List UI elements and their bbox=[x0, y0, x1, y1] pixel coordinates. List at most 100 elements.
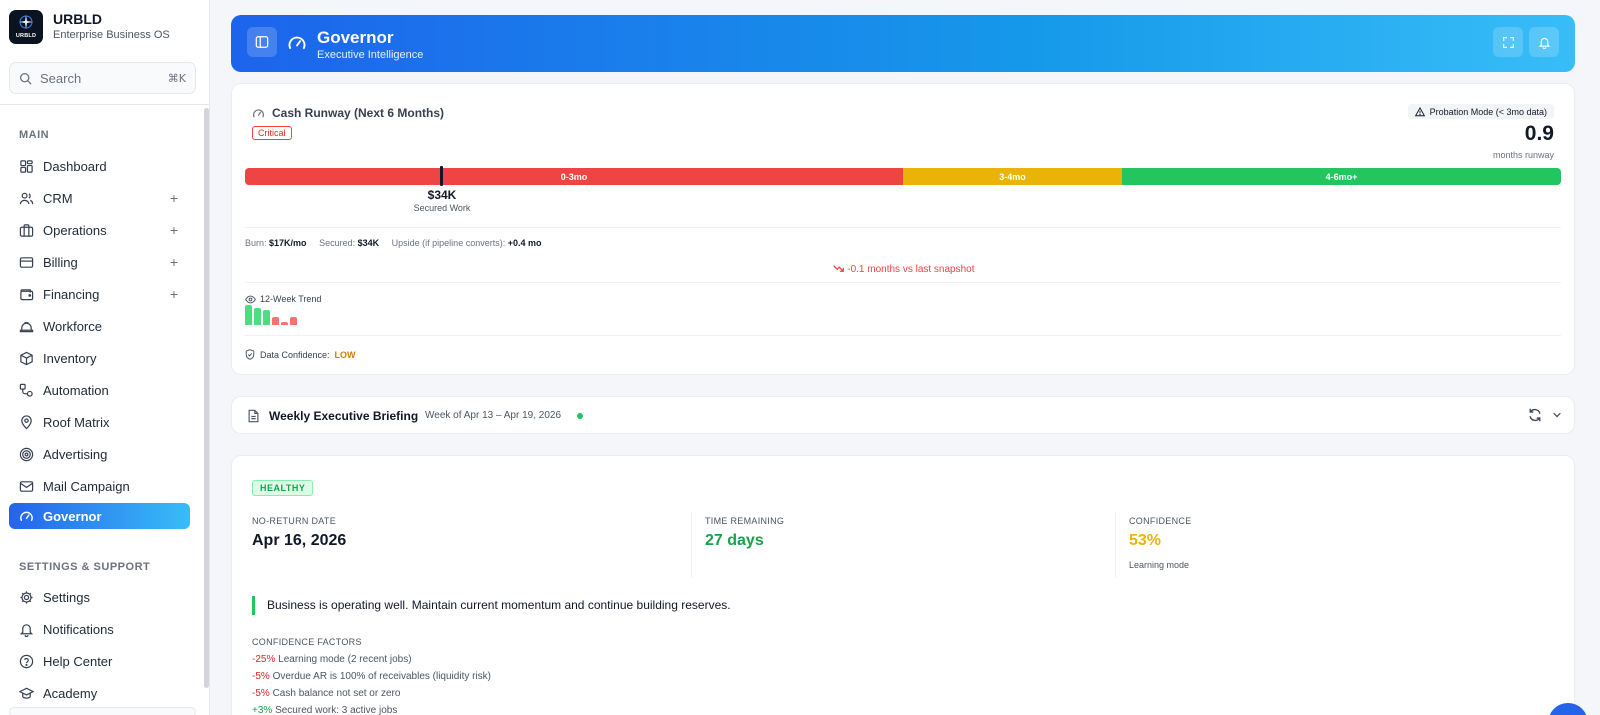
sidebar-item-label: Roof Matrix bbox=[43, 414, 110, 430]
divider bbox=[245, 335, 1561, 336]
secured-work-value: $34K bbox=[427, 188, 457, 202]
data-confidence-label: Data Confidence: bbox=[260, 349, 330, 360]
notifications-button[interactable] bbox=[1529, 27, 1559, 57]
sidebar-item-label: Settings bbox=[43, 589, 90, 605]
users-icon bbox=[19, 192, 34, 204]
runway-delta-text: -0.1 months vs last snapshot bbox=[847, 264, 975, 275]
burn-label: Burn: bbox=[245, 238, 267, 248]
mail-icon bbox=[19, 480, 34, 492]
sidebar-item-help-center[interactable]: Help Center bbox=[9, 648, 190, 674]
sidebar-item-notifications[interactable]: Notifications bbox=[9, 616, 190, 642]
expand-icon[interactable]: + bbox=[168, 222, 180, 238]
sidebar-item-mail-campaign[interactable]: Mail Campaign bbox=[9, 473, 190, 499]
secured-work-label: Secured Work bbox=[413, 203, 471, 213]
sidebar-item-workforce[interactable]: Workforce bbox=[9, 313, 190, 339]
trend-bar bbox=[254, 308, 261, 325]
sidebar-item-settings[interactable]: Settings bbox=[9, 584, 190, 610]
factor-weight: -25% bbox=[252, 654, 276, 665]
sidebar-item-operations[interactable]: Operations + bbox=[9, 217, 190, 243]
sidebar-item-label: Automation bbox=[43, 382, 109, 398]
cash-runway-title-text: Cash Runway (Next 6 Months) bbox=[272, 106, 445, 120]
refresh-icon[interactable] bbox=[1528, 408, 1542, 422]
bell-icon bbox=[1538, 37, 1550, 49]
confidence-factor: -5% Overdue AR is 100% of receivables (l… bbox=[252, 671, 491, 682]
factor-weight: -5% bbox=[252, 688, 270, 699]
sidebar-item-billing[interactable]: Billing + bbox=[9, 249, 190, 275]
sidebar-item-advertising[interactable]: Advertising bbox=[9, 441, 190, 467]
trend-bar bbox=[281, 322, 288, 325]
expand-icon[interactable]: + bbox=[168, 190, 180, 206]
sidebar-item-label: Dashboard bbox=[43, 158, 107, 174]
sidebar-item-crm[interactable]: CRM + bbox=[9, 185, 190, 211]
expand-icon[interactable]: + bbox=[168, 254, 180, 270]
sidebar-item-label: Operations bbox=[43, 222, 107, 238]
kpi-divider bbox=[691, 512, 692, 578]
gauge-icon bbox=[253, 108, 264, 117]
search-placeholder: Search bbox=[40, 70, 82, 86]
user-profile-card[interactable] bbox=[9, 707, 196, 715]
factor-weight: -5% bbox=[252, 671, 270, 682]
divider bbox=[245, 227, 1561, 228]
cash-runway-title: Cash Runway (Next 6 Months) bbox=[252, 106, 444, 120]
sidebar-scrollbar[interactable] bbox=[204, 108, 209, 688]
runway-segment-3-4mo: 3-4mo bbox=[903, 168, 1122, 185]
confidence-factor: -25% Learning mode (2 recent jobs) bbox=[252, 654, 412, 665]
trend-title: 12-Week Trend bbox=[245, 294, 321, 304]
sidebar-item-dashboard[interactable]: Dashboard bbox=[9, 153, 190, 179]
credit-card-icon bbox=[19, 256, 34, 268]
graduation-cap-icon bbox=[19, 687, 34, 699]
secured-label: Secured: bbox=[319, 238, 356, 248]
sidebar-item-governor[interactable]: Governor bbox=[9, 503, 190, 529]
main-section-label: MAIN bbox=[19, 129, 50, 141]
sidebar-divider bbox=[0, 104, 210, 105]
brand[interactable]: URBLD URBLD Enterprise Business OS bbox=[9, 10, 170, 44]
briefing-status-dot bbox=[577, 413, 583, 419]
confidence-value: 53% bbox=[1129, 532, 1162, 549]
upside-value: +0.4 mo bbox=[507, 238, 542, 248]
runway-stats: Burn: $17K/mo Secured: $34K Upside (if p… bbox=[245, 238, 542, 248]
sidebar-item-label: CRM bbox=[43, 190, 73, 206]
page-title: Governor bbox=[317, 28, 394, 47]
factor-text: Learning mode (2 recent jobs) bbox=[278, 654, 412, 665]
sidebar-item-label: Notifications bbox=[43, 621, 114, 637]
trend-down-icon bbox=[833, 265, 845, 272]
sidebar-item-financing[interactable]: Financing + bbox=[9, 281, 190, 307]
confidence-factor: +3% Secured work: 3 active jobs bbox=[252, 705, 397, 715]
shield-icon bbox=[245, 349, 255, 360]
logo-text: URBLD bbox=[15, 33, 37, 39]
briefing-title: Weekly Executive Briefing bbox=[269, 409, 419, 423]
hard-hat-icon bbox=[19, 321, 34, 332]
chevron-down-icon[interactable] bbox=[1551, 409, 1563, 421]
fullscreen-button[interactable] bbox=[1493, 27, 1523, 57]
sidebar-item-automation[interactable]: Automation bbox=[9, 377, 190, 403]
probation-badge: Probation Mode (< 3mo data) bbox=[1407, 104, 1554, 119]
page-subtitle: Executive Intelligence bbox=[317, 49, 424, 61]
sidebar-item-label: Financing bbox=[43, 286, 100, 302]
sidebar-item-academy[interactable]: Academy bbox=[9, 680, 190, 706]
search-input[interactable]: Search ⌘K bbox=[9, 62, 196, 94]
sidebar-item-roof-matrix[interactable]: Roof Matrix bbox=[9, 409, 190, 435]
confidence-sub: Learning mode bbox=[1129, 560, 1190, 570]
eye-icon bbox=[245, 295, 256, 303]
expand-icon[interactable]: + bbox=[168, 286, 180, 302]
trend-title-text: 12-Week Trend bbox=[260, 294, 322, 304]
document-icon bbox=[248, 409, 259, 423]
weekly-briefing-card[interactable]: Weekly Executive Briefing Week of Apr 13… bbox=[231, 396, 1575, 434]
health-status-badge: HEALTHY bbox=[252, 480, 314, 496]
gauge-icon bbox=[288, 36, 306, 49]
divider bbox=[245, 282, 1561, 283]
confidence-factor: -5% Cash balance not set or zero bbox=[252, 688, 400, 699]
factor-text: Cash balance not set or zero bbox=[272, 688, 401, 699]
toggle-sidebar-button[interactable] bbox=[247, 27, 277, 57]
help-circle-icon bbox=[19, 654, 34, 668]
trend-bar bbox=[272, 317, 279, 325]
briefing-week: Week of Apr 13 – Apr 19, 2026 bbox=[425, 410, 562, 421]
brand-subtitle: Enterprise Business OS bbox=[53, 29, 170, 41]
health-card: HEALTHY NO-RETURN DATE Apr 16, 2026 TIME… bbox=[231, 455, 1575, 715]
trend-bar bbox=[290, 317, 297, 325]
sidebar-item-inventory[interactable]: Inventory bbox=[9, 345, 190, 371]
sidebar-item-label: Inventory bbox=[43, 350, 97, 366]
briefcase-icon bbox=[19, 223, 34, 237]
trend-bar bbox=[263, 310, 270, 325]
runway-segment-4-6mo: 4-6mo+ bbox=[1122, 168, 1561, 185]
